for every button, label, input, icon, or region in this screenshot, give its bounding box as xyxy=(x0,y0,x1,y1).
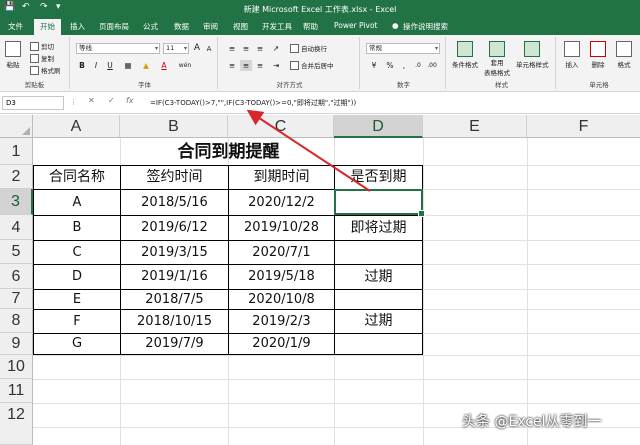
watermark: 头条 @Excel从零到一 xyxy=(462,414,602,430)
annotation-arrow xyxy=(246,109,371,192)
